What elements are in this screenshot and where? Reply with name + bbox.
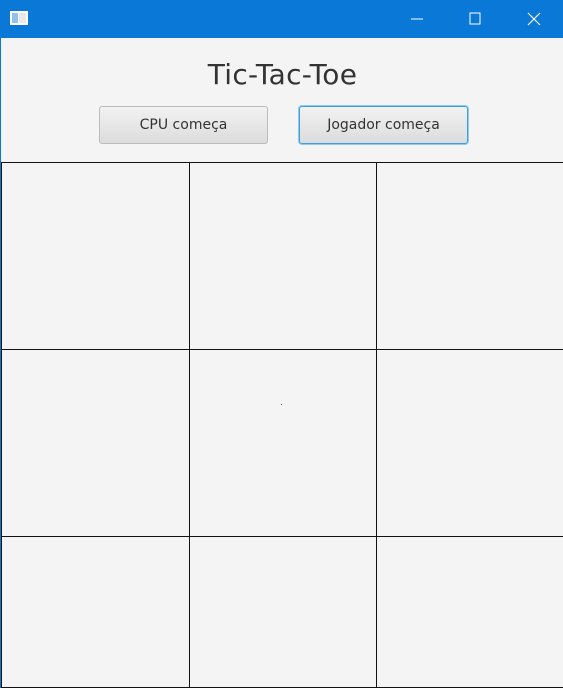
game-board <box>1 162 563 688</box>
minimize-icon <box>411 18 423 20</box>
app-window: Tic-Tac-Toe CPU começa Jogador começa <box>0 0 563 688</box>
board-cell[interactable] <box>376 536 563 688</box>
board-cell[interactable] <box>376 162 563 351</box>
close-button[interactable] <box>505 0 563 38</box>
board-cell[interactable] <box>1 536 191 688</box>
content-area: Tic-Tac-Toe CPU começa Jogador começa <box>0 38 563 688</box>
board-cell[interactable] <box>189 536 378 688</box>
board-cell[interactable] <box>189 162 378 351</box>
minimize-button[interactable] <box>388 0 446 38</box>
player-starts-button[interactable]: Jogador começa <box>299 106 468 144</box>
app-window-icon <box>10 11 28 25</box>
board-cell[interactable] <box>189 349 378 538</box>
cpu-starts-button[interactable]: CPU começa <box>99 106 268 144</box>
close-icon <box>527 12 541 26</box>
maximize-button[interactable] <box>446 0 504 38</box>
page-title: Tic-Tac-Toe <box>207 58 358 91</box>
maximize-icon <box>469 12 481 25</box>
board-cell[interactable] <box>1 349 191 538</box>
title-bar[interactable] <box>0 0 563 38</box>
center-dot <box>281 404 282 405</box>
board-cell[interactable] <box>1 162 191 351</box>
board-cell[interactable] <box>376 349 563 538</box>
